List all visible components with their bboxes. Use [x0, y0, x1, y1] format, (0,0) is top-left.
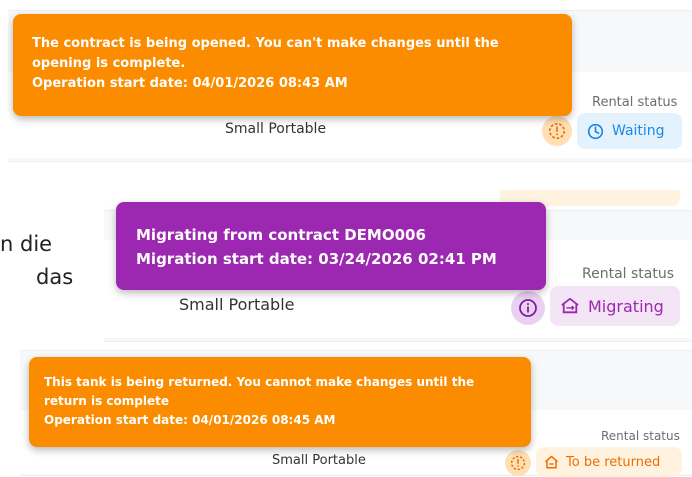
home-return-icon: [545, 455, 558, 468]
alert-circle-icon: [510, 455, 526, 471]
product-name: Small Portable: [272, 453, 366, 468]
product-name: Small Portable: [179, 295, 295, 314]
return-notice-tooltip: This tank is being returned. You cannot …: [29, 357, 531, 447]
notice-operation-date: Migration start date: 03/24/2026 02:41 P…: [136, 250, 497, 268]
status-badge-label: Waiting: [612, 123, 665, 139]
info-circle-icon: [519, 299, 537, 317]
migration-notice-tooltip: Migrating from contract DEMO006 Migratio…: [116, 202, 546, 290]
notice-operation-date: Operation start date: 04/01/2026 08:45 A…: [44, 413, 336, 427]
status-badge-label: Migrating: [588, 296, 664, 316]
clock-icon: [587, 123, 604, 139]
migrating-icon: [561, 297, 579, 314]
status-badge-to-be-returned: To be returned: [536, 447, 682, 477]
status-badge-label: To be returned: [566, 454, 661, 470]
product-name: Small Portable: [225, 121, 327, 137]
notice-message-line: return is complete: [44, 394, 169, 408]
rental-status-label: Rental status: [601, 429, 680, 443]
partial-background-text-2: das: [36, 265, 74, 289]
notice-operation-date: Operation start date: 04/01/2026 08:43 A…: [32, 76, 348, 91]
notice-message-line: opening is complete.: [32, 56, 186, 71]
partial-background-text-1: n die: [0, 232, 53, 256]
rental-status-label: Rental status: [582, 266, 675, 282]
status-badge-migrating: Migrating: [550, 286, 680, 326]
status-badge-waiting: Waiting: [577, 113, 682, 149]
rental-status-label: Rental status: [592, 95, 678, 110]
status-info-button[interactable]: [511, 291, 545, 325]
notice-message-line: This tank is being returned. You cannot …: [44, 375, 475, 389]
status-info-button[interactable]: [505, 450, 531, 476]
notice-message-line: The contract is being opened. You can't …: [32, 36, 499, 51]
alert-circle-icon: [548, 122, 566, 140]
opening-notice-tooltip: The contract is being opened. You can't …: [13, 14, 572, 116]
notice-message-line: Migrating from contract DEMO006: [136, 226, 426, 244]
status-info-button[interactable]: [542, 116, 572, 146]
